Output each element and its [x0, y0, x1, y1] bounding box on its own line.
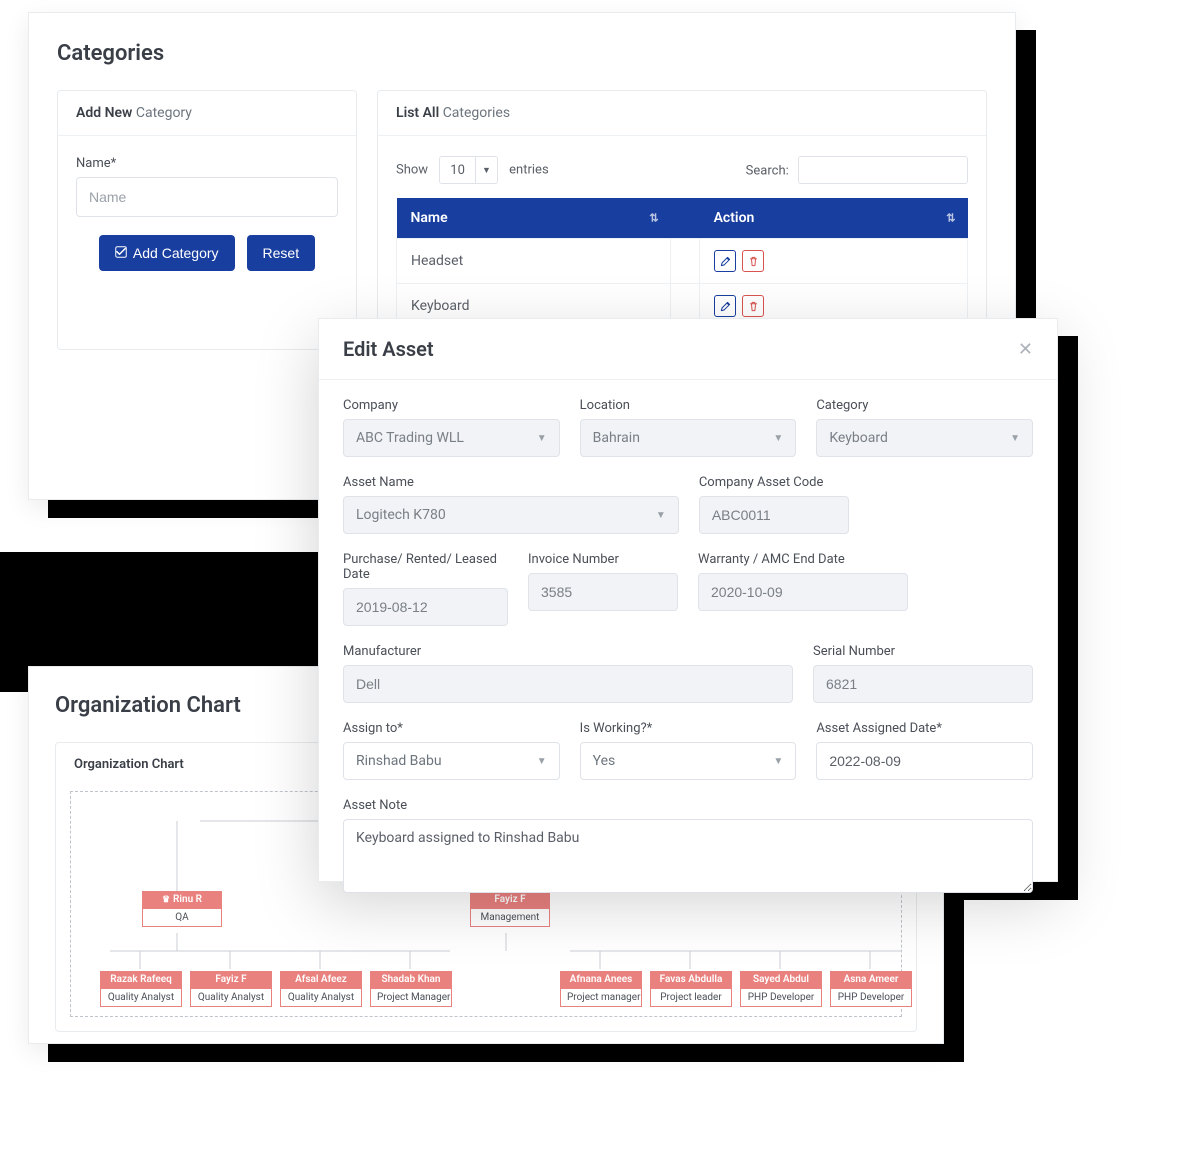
- reset-button[interactable]: Reset: [247, 235, 316, 271]
- org-node[interactable]: Asna AmeerPHP Developer: [830, 971, 912, 1007]
- th-action[interactable]: Action ⇅: [700, 198, 968, 239]
- location-select[interactable]: Bahrain▼: [580, 419, 797, 457]
- list-all-categories-card: List All Categories Show 10 ▼ entries Se…: [377, 90, 987, 350]
- add-category-label: Add Category: [133, 245, 219, 261]
- category-label: Category: [816, 398, 1033, 413]
- add-new-card-header: Add New Category: [58, 91, 356, 136]
- name-input[interactable]: [76, 177, 338, 217]
- reset-button-label: Reset: [263, 245, 300, 261]
- serial-input[interactable]: [813, 665, 1033, 703]
- category-select[interactable]: Keyboard▼: [816, 419, 1033, 457]
- asset-name-label: Asset Name: [343, 475, 679, 490]
- trash-icon[interactable]: [742, 250, 764, 272]
- table-row: Headset: [397, 239, 968, 284]
- edit-icon[interactable]: [714, 295, 736, 317]
- org-node[interactable]: Afsal AfeezQuality Analyst: [280, 971, 362, 1007]
- check-icon: [115, 245, 127, 261]
- entries-value: 10: [440, 163, 475, 178]
- search-input[interactable]: [798, 156, 968, 184]
- cell-name: Headset: [397, 239, 671, 284]
- org-node[interactable]: Sayed AbdulPHP Developer: [740, 971, 822, 1007]
- entries-control: Show 10 ▼ entries: [396, 156, 549, 184]
- purchase-date-input[interactable]: [343, 588, 508, 626]
- chevron-down-icon: ▼: [537, 756, 547, 767]
- asset-name-select[interactable]: Logitech K780▼: [343, 496, 679, 534]
- is-working-select[interactable]: Yes▼: [580, 742, 797, 780]
- purchase-date-label: Purchase/ Rented/ Leased Date: [343, 552, 508, 582]
- name-label: Name*: [76, 156, 338, 171]
- search-label: Search:: [746, 164, 789, 179]
- chevron-down-icon: ▼: [773, 433, 783, 444]
- crown-icon: ♛: [162, 895, 170, 905]
- org-node-manager[interactable]: ♛Rinu R QA: [142, 891, 222, 927]
- show-label: Show: [396, 163, 428, 178]
- assigned-date-label: Asset Assigned Date*: [816, 721, 1033, 736]
- manufacturer-label: Manufacturer: [343, 644, 793, 659]
- asset-note-label: Asset Note: [343, 798, 1033, 813]
- sort-icon: ⇅: [649, 212, 658, 225]
- edit-icon[interactable]: [714, 250, 736, 272]
- company-select[interactable]: ABC Trading WLL▼: [343, 419, 560, 457]
- chevron-down-icon: ▼: [773, 756, 783, 767]
- categories-table: Name ⇅ Action ⇅ HeadsetKeyboard: [396, 198, 968, 329]
- add-new-category-card: Add New Category Name* Add Category Rese…: [57, 90, 357, 350]
- org-node[interactable]: Fayiz FQuality Analyst: [190, 971, 272, 1007]
- sort-icon: ⇅: [946, 212, 955, 225]
- is-working-label: Is Working?*: [580, 721, 797, 736]
- manufacturer-input[interactable]: [343, 665, 793, 703]
- org-node[interactable]: Favas AbdullaProject leader: [650, 971, 732, 1007]
- serial-label: Serial Number: [813, 644, 1033, 659]
- close-icon[interactable]: ✕: [1018, 339, 1033, 360]
- entries-label: entries: [509, 163, 549, 178]
- asset-code-input[interactable]: [699, 496, 849, 534]
- search-control: Search:: [746, 156, 968, 184]
- th-name[interactable]: Name ⇅: [397, 198, 671, 239]
- org-node[interactable]: Razak RafeeqQuality Analyst: [100, 971, 182, 1007]
- chevron-down-icon: ▼: [537, 433, 547, 444]
- location-label: Location: [580, 398, 797, 413]
- cell-action: [700, 239, 968, 284]
- invoice-label: Invoice Number: [528, 552, 678, 567]
- asset-note-textarea[interactable]: [343, 819, 1033, 893]
- chevron-down-icon: ▼: [1010, 433, 1020, 444]
- company-label: Company: [343, 398, 560, 413]
- add-category-button[interactable]: Add Category: [99, 235, 235, 271]
- assign-to-label: Assign to*: [343, 721, 560, 736]
- edit-asset-modal: Edit Asset ✕ Company ABC Trading WLL▼ Lo…: [318, 318, 1058, 882]
- chevron-down-icon: ▼: [656, 510, 666, 521]
- asset-code-label: Company Asset Code: [699, 475, 849, 490]
- org-node[interactable]: Afnana AneesProject manager: [560, 971, 642, 1007]
- edit-asset-title: Edit Asset: [343, 337, 434, 361]
- trash-icon[interactable]: [742, 295, 764, 317]
- assign-to-select[interactable]: Rinshad Babu▼: [343, 742, 560, 780]
- assigned-date-input[interactable]: [816, 742, 1033, 780]
- org-node[interactable]: Shadab KhanProject Manager: [370, 971, 452, 1007]
- entries-select[interactable]: 10 ▼: [439, 156, 498, 184]
- categories-title: Categories: [57, 41, 987, 66]
- invoice-input[interactable]: [528, 573, 678, 611]
- chevron-down-icon: ▼: [475, 157, 497, 183]
- list-all-card-header: List All Categories: [378, 91, 986, 136]
- warranty-label: Warranty / AMC End Date: [698, 552, 908, 567]
- warranty-input[interactable]: [698, 573, 908, 611]
